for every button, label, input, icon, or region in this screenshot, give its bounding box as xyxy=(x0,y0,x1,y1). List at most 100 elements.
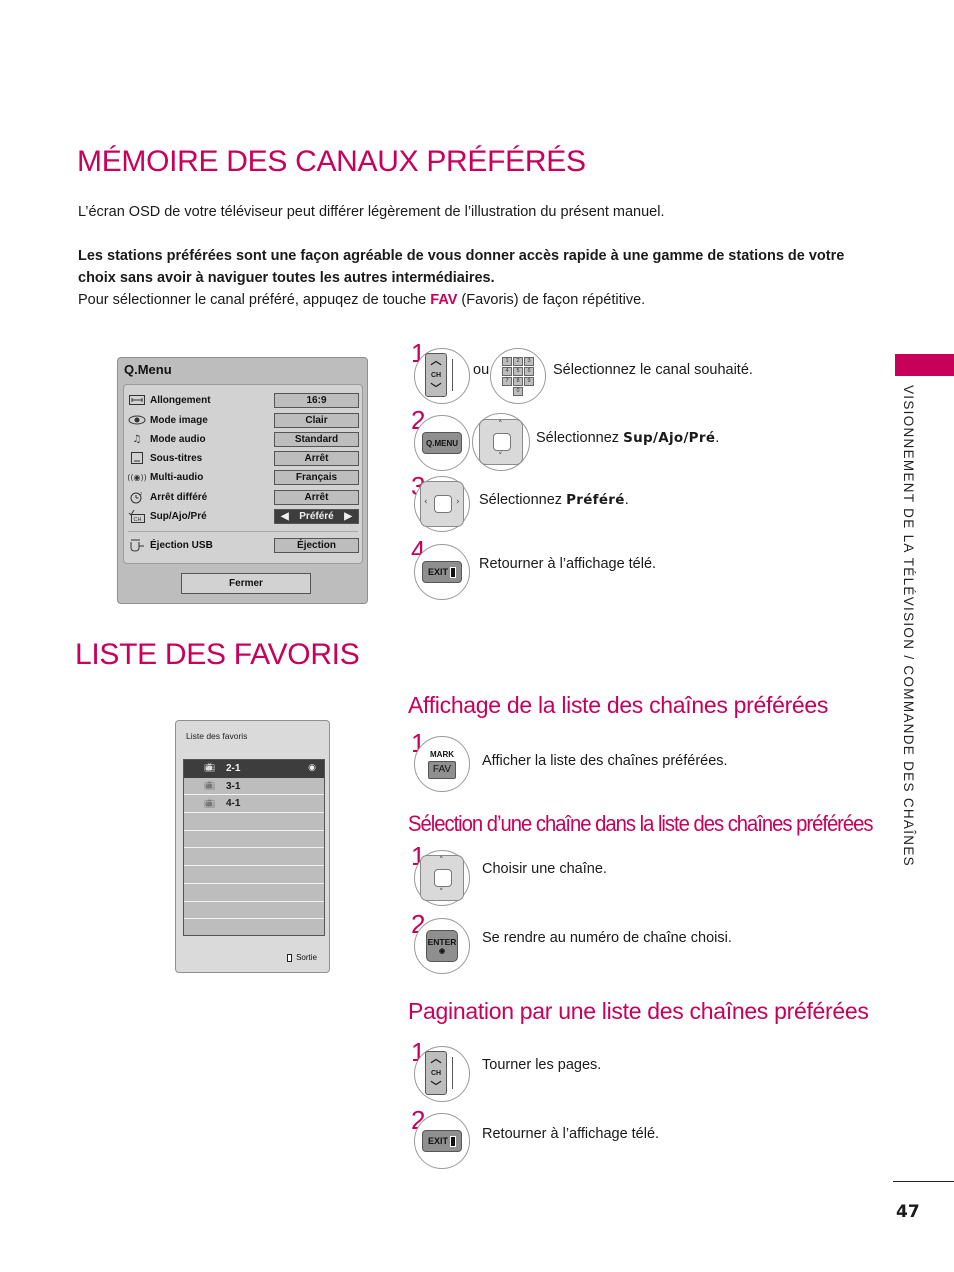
list-item[interactable]: 📺︎ 3-1 xyxy=(184,778,324,796)
qmenu-remote-button[interactable]: Q.MENU xyxy=(422,432,462,454)
intro-instruction: Pour sélectionner le canal préféré, appu… xyxy=(78,292,645,308)
up-down-nav-pad[interactable]: ˄ ˅ xyxy=(420,855,464,901)
enter-remote-button[interactable]: ENTER ◉ xyxy=(426,930,458,962)
up-down-nav-pad[interactable]: ˄ ˅ xyxy=(479,419,523,465)
step-text: Choisir une chaîne. xyxy=(482,861,607,877)
qmenu-row-allongement[interactable]: Allongement 16:9 xyxy=(128,392,360,408)
ch-rocker-button[interactable]: ︿ CH ﹀ xyxy=(425,1051,447,1095)
selected-mark-icon: ◉ xyxy=(308,763,316,774)
ch-rocker-button[interactable]: ︿ CH ﹀ xyxy=(425,353,447,397)
fav-remote-button[interactable]: FAV xyxy=(428,760,456,779)
numpad-key[interactable]: 1 xyxy=(502,356,512,366)
favlist-title: LISTE DES FAVORIS xyxy=(75,638,360,671)
exit-remote-button[interactable]: EXIT xyxy=(422,1130,462,1152)
qmenu-inner: Allongement 16:9 Mode image Clair ♫ Mode… xyxy=(123,384,363,564)
qmenu-value[interactable]: Arrêt xyxy=(274,489,359,505)
step-text-post: . xyxy=(624,492,629,508)
svg-text:z: z xyxy=(140,491,142,496)
ch-button-circle: ︿ CH ﹀ xyxy=(414,1046,470,1102)
step-text-bold: Préféré xyxy=(566,492,625,508)
qmenu-value[interactable]: Standard xyxy=(274,431,359,447)
list-item[interactable]: 📺︎ 4-1 xyxy=(184,795,324,814)
numpad-key[interactable]: 7 xyxy=(502,376,512,386)
right-arrow-icon[interactable]: ▶ xyxy=(344,511,352,522)
left-arrow-icon[interactable]: ◀ xyxy=(281,511,289,522)
qmenu-value[interactable]: Français xyxy=(274,469,359,485)
list-item-selected[interactable]: 📺︎ 2-1 ◉ xyxy=(184,760,324,778)
qmenu-value[interactable]: 16:9 xyxy=(274,392,359,408)
numpad-key[interactable]: 0 xyxy=(513,386,523,396)
right-arrow-icon: › xyxy=(456,497,460,507)
page-number-rule xyxy=(893,1181,954,1182)
multi-audio-icon: ((◉)) xyxy=(127,472,147,482)
qmenu-row-sup-ajo-pre[interactable]: CH Sup/Ajo/Pré ◀ Préféré ▶ xyxy=(128,508,360,524)
qmenu-label: Sous-titres xyxy=(150,452,203,464)
display-section-title: Affichage de la liste des chaînes préfér… xyxy=(408,692,829,718)
exit-label: EXIT xyxy=(427,1136,448,1146)
ok-key[interactable] xyxy=(434,869,452,887)
qmenu-label: Mode image xyxy=(150,414,208,426)
step-text: Retourner à l’affichage télé. xyxy=(479,556,657,572)
qmenu-value-selected[interactable]: ◀ Préféré ▶ xyxy=(274,508,359,524)
qmenu-row-mode-image[interactable]: Mode image Clair xyxy=(128,412,360,428)
or-connector: ou xyxy=(473,362,490,378)
fav-keyword: FAV xyxy=(430,292,458,308)
ud-nav-circle: ˄ ˅ xyxy=(414,850,470,906)
left-right-nav-pad[interactable]: ‹ › xyxy=(420,481,464,527)
enter-label: ENTER xyxy=(427,937,457,947)
qmenu-value[interactable]: Clair xyxy=(274,412,359,428)
step-text: Tourner les pages. xyxy=(482,1057,602,1073)
numpad-key[interactable]: 3 xyxy=(524,356,534,366)
paging-section-title: Pagination par une liste des chaînes pré… xyxy=(408,998,869,1024)
intro-pre: Pour sélectionner le canal préféré, appu… xyxy=(78,292,431,308)
qmenu-row-mode-audio[interactable]: ♫ Mode audio Standard xyxy=(128,431,360,447)
door-icon xyxy=(450,566,456,578)
qmenu-value[interactable]: Arrêt xyxy=(274,450,359,466)
qmenu-value[interactable]: Éjection xyxy=(274,537,359,553)
qmenu-label: Multi-audio xyxy=(150,471,204,483)
section-sidebar-label: VISIONNEMENT DE LA TÉLÉVISION / COMMANDE… xyxy=(901,385,916,867)
numpad-key[interactable]: 8 xyxy=(513,376,523,386)
favorites-list: 📺︎ 2-1 ◉ 📺︎ 3-1 📺︎ 4-1 xyxy=(183,759,325,936)
exit-door-icon xyxy=(287,953,293,962)
mark-label: MARK xyxy=(430,749,454,759)
page-number: 47 xyxy=(896,1202,920,1222)
enter-button-circle: ENTER ◉ xyxy=(414,918,470,974)
close-button[interactable]: Fermer xyxy=(181,573,311,594)
favlist-panel-title: Liste des favoris xyxy=(186,731,248,741)
numpad-key[interactable]: 5 xyxy=(513,366,523,376)
usb-eject-icon xyxy=(128,538,146,552)
eye-icon xyxy=(128,413,146,427)
chevron-up-icon: ︿ xyxy=(430,355,442,367)
exit-hint[interactable]: Sortie xyxy=(287,953,317,962)
svg-text:CH: CH xyxy=(134,517,142,523)
exit-remote-button[interactable]: EXIT xyxy=(422,561,462,583)
numpad-key[interactable]: 4 xyxy=(502,366,512,376)
up-arrow-icon: ˄ xyxy=(439,856,444,866)
numpad-key[interactable]: 9 xyxy=(524,376,534,386)
ok-key[interactable] xyxy=(434,495,452,513)
down-arrow-icon: ˅ xyxy=(439,888,444,898)
intro-post: (Favoris) de façon répétitive. xyxy=(457,292,646,308)
step-text-pre: Sélectionnez xyxy=(536,430,624,446)
ok-key[interactable] xyxy=(493,433,511,451)
fav-button-circle: MARK FAV xyxy=(414,736,470,792)
channel-number: 3-1 xyxy=(226,780,241,792)
numpad-key[interactable]: 6 xyxy=(524,366,534,376)
intro-bold-line-1: Les stations préférées sont une façon ag… xyxy=(78,248,845,264)
enter-dot-icon: ◉ xyxy=(438,948,446,955)
list-item-empty xyxy=(184,848,324,867)
left-arrow-icon: ‹ xyxy=(424,497,428,507)
qmenu-row-arret-differe[interactable]: z Arrêt différé Arrêt xyxy=(128,489,360,505)
number-pad[interactable]: 1 2 3 4 5 6 7 8 9 0 xyxy=(502,356,534,396)
qmenu-row-sous-titres[interactable]: Sous-titres Arrêt xyxy=(128,450,360,466)
ch-button-circle: ︿ CH ﹀ xyxy=(414,348,470,404)
numpad-key[interactable]: 2 xyxy=(513,356,523,366)
tv-icon: 📺︎ xyxy=(204,781,216,792)
tv-icon: 📺︎ xyxy=(204,798,216,809)
qmenu-row-ejection-usb[interactable]: Éjection USB Éjection xyxy=(128,537,360,553)
step-text-pre: Sélectionnez xyxy=(479,492,567,508)
lr-nav-circle: ‹ › xyxy=(414,476,470,532)
qmenu-row-multi-audio[interactable]: ((◉)) Multi-audio Français xyxy=(127,469,360,485)
page-marks-icon xyxy=(452,359,454,391)
